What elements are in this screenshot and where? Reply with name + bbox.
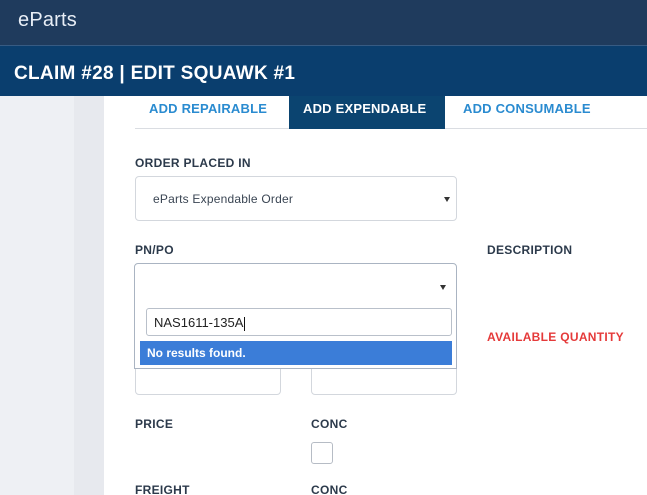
tab-add-repairable[interactable]: ADD REPAIRABLE [135,96,289,129]
app-logo[interactable]: eParts [18,9,77,32]
caret-down-icon [440,285,446,290]
order-placed-in-label: ORDER PLACED IN [135,156,251,170]
no-results-message: No results found. [140,341,452,365]
tab-bar: ADD REPAIRABLE ADD EXPENDABLE ADD CONSUM… [135,96,647,129]
conc-checkbox[interactable] [311,442,333,464]
caret-down-icon [444,197,450,202]
top-nav-bar: eParts [0,0,647,45]
order-placed-in-select[interactable]: eParts Expendable Order [135,176,457,221]
pn-po-dropdown: NAS1611-135A No results found. [134,305,457,369]
conc-label: CONC [311,417,348,431]
order-placed-in-value: eParts Expendable Order [153,192,294,206]
page-header: CLAIM #28 | EDIT SQUAWK #1 [0,45,647,96]
freight-conc-label: CONC [311,483,348,495]
freight-label: FREIGHT [135,483,190,495]
page-title: CLAIM #28 | EDIT SQUAWK #1 [14,63,296,84]
tab-add-consumable[interactable]: ADD CONSUMABLE [449,96,619,129]
tab-add-expendable[interactable]: ADD EXPENDABLE [289,96,445,129]
description-label: DESCRIPTION [487,243,573,257]
left-panel [0,96,74,495]
pn-po-select[interactable] [134,263,457,306]
pn-po-search-value: NAS1611-135A [154,315,244,330]
content-gutter [74,96,104,495]
pn-po-search-input[interactable]: NAS1611-135A [146,308,452,336]
text-cursor [244,316,246,331]
price-label: PRICE [135,417,174,431]
available-quantity-label: AVAILABLE QUANTITY [487,330,624,344]
pn-po-label: PN/PO [135,243,174,257]
